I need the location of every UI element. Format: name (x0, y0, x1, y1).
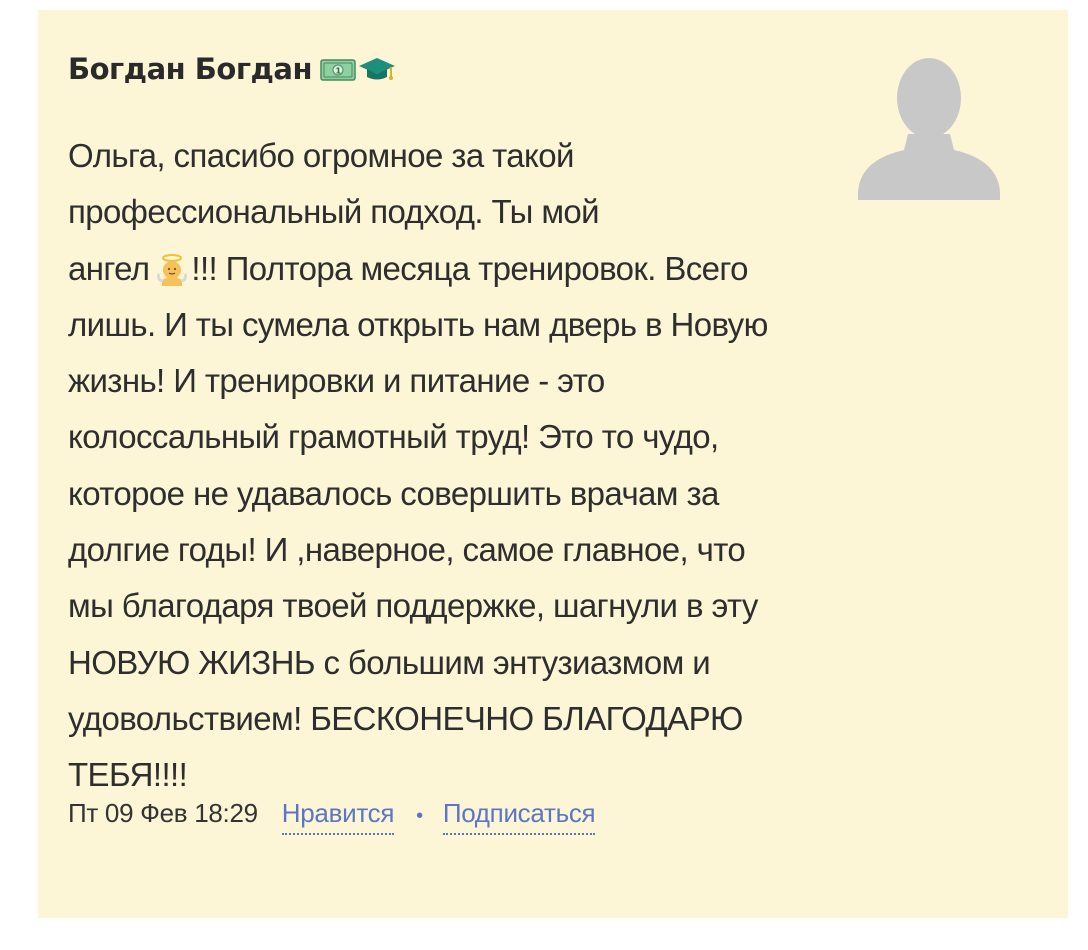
graduation-cap-icon (358, 54, 396, 84)
message-line: профессиональный подход. Ты мой (68, 193, 600, 231)
message-line: лишь. И ты сумела открыть нам дверь в Но… (68, 305, 768, 343)
comment-meta: Пт 09 Фев 18:29 Нравится • Подписаться (68, 798, 596, 835)
message-line: колоссальный грамотный труд! Это то чудо… (68, 418, 719, 456)
separator-dot: • (416, 805, 423, 827)
comment-author: Богдан Богдан 1 (68, 52, 396, 86)
message-line: удовольствием! БЕСКОНЕЧНО БЛАГОДАРЮ (68, 699, 743, 737)
comment-date: Пт 09 Фев 18:29 (68, 798, 258, 828)
message-fragment: !!! Полтора месяца тренировок. Всего (191, 249, 748, 287)
message-line: ангел !!! Полтора месяца тренировок. Все… (68, 241, 1048, 297)
money-banknote-icon: 1 (320, 56, 356, 82)
message-fragment: ангел (68, 249, 150, 287)
message-line: НОВУЮ ЖИЗНЬ с большим энтузиазмом и (68, 643, 711, 681)
message-line: ТЕБЯ!!!! (68, 756, 188, 794)
message-line: мы благодаря твоей поддержке, шагнули в … (68, 587, 758, 625)
message-line: жизнь! И тренировки и питание - это (68, 362, 605, 400)
comment-card: Богдан Богдан 1 Ольга, спасибо огромное (38, 10, 1068, 918)
message-line: Ольга, спасибо огромное за такой (68, 137, 574, 174)
subscribe-link[interactable]: Подписаться (442, 798, 596, 835)
angel-baby-icon (157, 247, 188, 286)
like-link[interactable]: Нравится (281, 798, 394, 835)
comment-message: Ольга, спасибо огромное за такой професс… (68, 128, 1048, 804)
message-line: которое не удавалось совершить врачам за (68, 474, 719, 512)
message-line: долгие годы! И ,наверное, самое главное,… (68, 531, 746, 569)
author-name[interactable]: Богдан Богдан (68, 52, 313, 86)
